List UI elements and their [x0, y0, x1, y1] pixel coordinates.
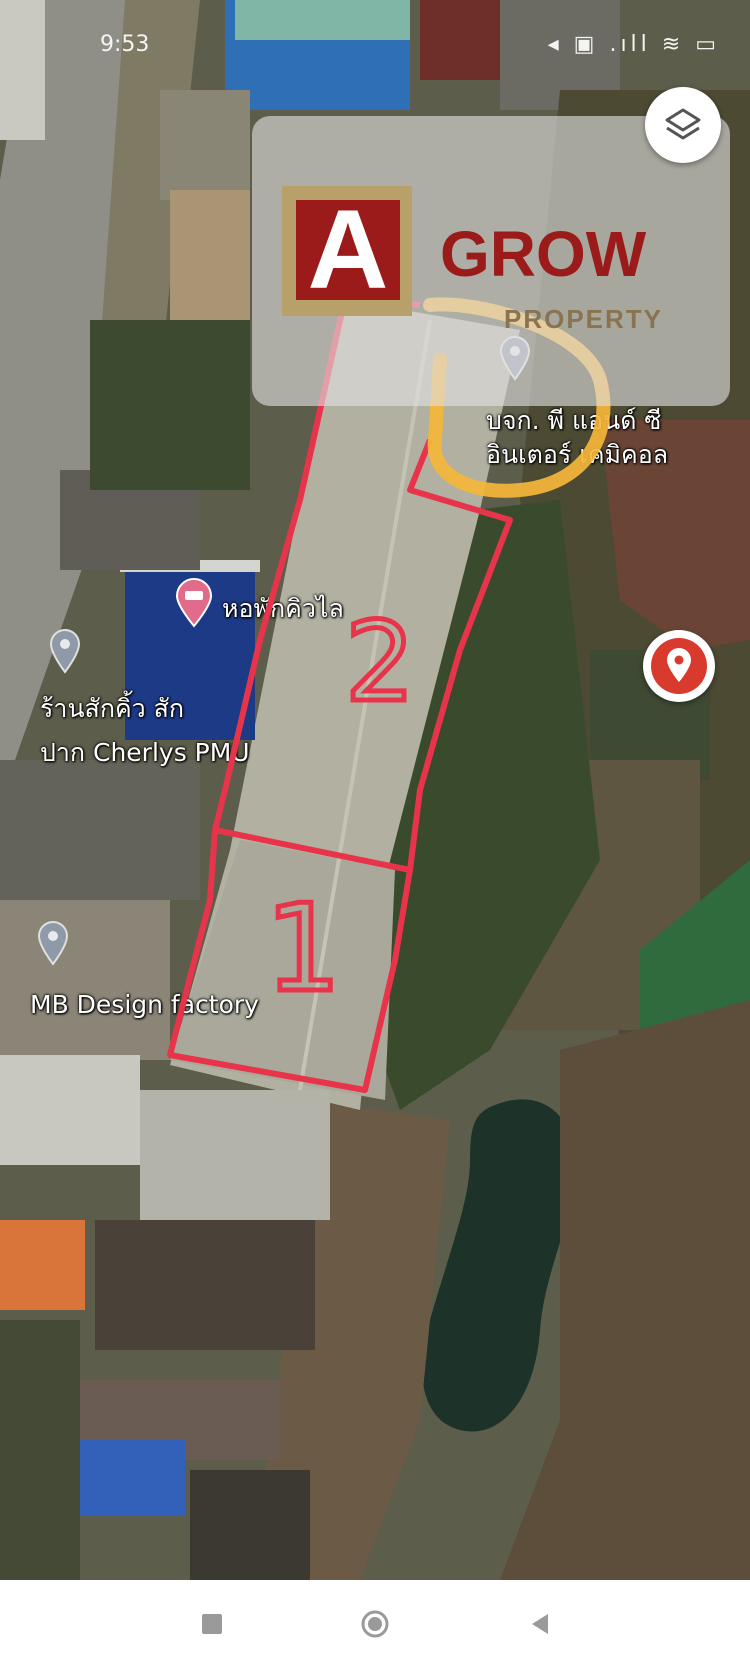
- map-layers-button[interactable]: [645, 87, 721, 163]
- agrow-property-watermark: A GROW PROPERTY: [252, 116, 730, 406]
- zone-1-number: 1: [265, 880, 341, 1019]
- brand-subtitle: PROPERTY: [504, 304, 664, 334]
- status-icons: ◂ ▣ .ıll ≋ ▭: [547, 32, 720, 57]
- logo-letter: A: [307, 187, 389, 312]
- layers-icon: [665, 108, 701, 140]
- agrow-logo: A: [282, 186, 412, 316]
- location-pin-icon: [667, 648, 691, 682]
- selected-location-marker[interactable]: [643, 630, 715, 702]
- satellite-map[interactable]: บจก. พี แอนด์ ซี อินเตอร์ เคมิคอล หอพักค…: [0, 0, 750, 1580]
- home-button[interactable]: [359, 1608, 391, 1640]
- navigation-bar: [0, 1580, 750, 1667]
- brand-name: GROW: [440, 218, 647, 290]
- back-button[interactable]: [524, 1608, 556, 1640]
- status-bar: 9:53 ◂ ▣ .ıll ≋ ▭: [0, 28, 750, 64]
- zone-2-number: 2: [345, 598, 415, 726]
- recent-apps-button[interactable]: [196, 1608, 228, 1640]
- status-time: 9:53: [100, 32, 150, 57]
